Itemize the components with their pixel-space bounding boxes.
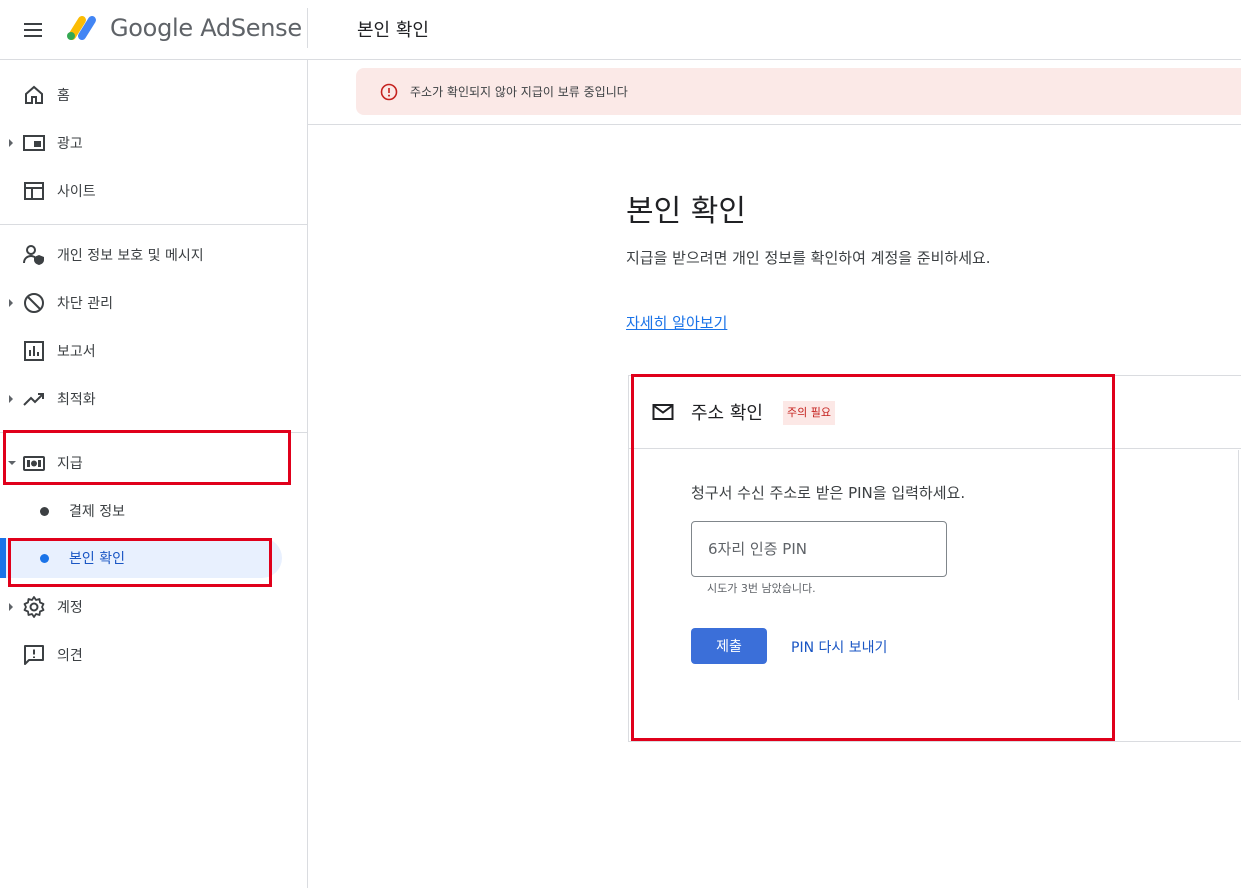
page-description: 지급을 받으려면 개인 정보를 확인하여 계정을 준비하세요. bbox=[626, 249, 991, 267]
content-divider bbox=[308, 124, 1241, 125]
sidebar: 홈 광고 사이트 개인 정보 보호 및 메시지 차단 관리 보고서 최적화 지급… bbox=[0, 60, 308, 888]
resend-pin-button[interactable]: PIN 다시 보내기 bbox=[791, 637, 887, 657]
gear-icon bbox=[23, 596, 45, 618]
header-divider bbox=[307, 8, 308, 48]
reports-icon bbox=[24, 341, 44, 361]
brand-product: AdSense bbox=[200, 14, 302, 42]
sidebar-item-identity-verification[interactable]: 본인 확인 bbox=[0, 538, 300, 578]
card-bottom-border bbox=[628, 741, 1241, 742]
block-icon bbox=[24, 293, 44, 313]
learn-more-link[interactable]: 자세히 알아보기 bbox=[626, 312, 727, 333]
sidebar-item-feedback[interactable]: 의견 bbox=[0, 635, 300, 675]
pin-input[interactable] bbox=[691, 521, 947, 577]
feedback-icon bbox=[24, 645, 44, 665]
sidebar-item-blocking[interactable]: 차단 관리 bbox=[0, 283, 300, 323]
attempts-helper-text: 시도가 3번 남았습니다. bbox=[707, 582, 816, 595]
sidebar-item-label: 최적화 bbox=[57, 392, 96, 408]
sidebar-item-account[interactable]: 계정 bbox=[0, 587, 300, 627]
home-icon bbox=[25, 85, 43, 104]
ads-icon bbox=[23, 135, 45, 151]
sidebar-item-label: 보고서 bbox=[57, 344, 96, 360]
adsense-logo-icon bbox=[67, 16, 96, 40]
caret-right-icon bbox=[9, 395, 13, 403]
caret-right-icon bbox=[9, 603, 13, 611]
bullet-dot bbox=[40, 554, 49, 563]
sidebar-item-label: 지급 bbox=[57, 456, 83, 472]
privacy-icon bbox=[23, 245, 44, 265]
sidebar-item-label: 홈 bbox=[57, 88, 70, 104]
optimization-icon bbox=[23, 393, 44, 406]
brand-name[interactable]: Google AdSense bbox=[110, 14, 302, 42]
card-title: 주소 확인 bbox=[691, 403, 763, 424]
card-right-border bbox=[1238, 450, 1239, 700]
alert-banner: 주소가 확인되지 않아 지급이 보류 중입니다 bbox=[356, 68, 1241, 115]
app-header: Google AdSense 본인 확인 bbox=[0, 0, 1241, 60]
sidebar-item-payment-info[interactable]: 결제 정보 bbox=[0, 491, 300, 531]
caret-down-icon bbox=[8, 461, 16, 465]
sidebar-item-home[interactable]: 홈 bbox=[0, 75, 300, 115]
card-left-border bbox=[628, 376, 629, 741]
status-badge: 주의 필요 bbox=[783, 401, 835, 425]
sidebar-item-payments[interactable]: 지급 bbox=[0, 443, 300, 483]
sidebar-item-label: 광고 bbox=[57, 136, 83, 152]
sidebar-item-reports[interactable]: 보고서 bbox=[0, 331, 300, 371]
error-icon bbox=[380, 83, 398, 101]
caret-right-icon bbox=[9, 299, 13, 307]
caret-right-icon bbox=[9, 139, 13, 147]
sidebar-divider bbox=[0, 432, 307, 433]
sidebar-item-label: 계정 bbox=[57, 600, 83, 616]
sidebar-item-optimization[interactable]: 최적화 bbox=[0, 379, 300, 419]
card-top-border bbox=[628, 375, 1241, 376]
sidebar-item-ads[interactable]: 광고 bbox=[0, 123, 300, 163]
page-title: 본인 확인 bbox=[626, 194, 746, 229]
sidebar-item-label: 본인 확인 bbox=[69, 551, 125, 567]
sidebar-item-label: 사이트 bbox=[57, 184, 96, 200]
menu-icon[interactable] bbox=[22, 18, 46, 42]
sidebar-divider bbox=[0, 224, 307, 225]
sidebar-item-label: 차단 관리 bbox=[57, 296, 113, 312]
bullet-dot bbox=[40, 507, 49, 516]
mail-icon bbox=[652, 404, 674, 420]
sites-icon bbox=[24, 182, 44, 200]
header-title: 본인 확인 bbox=[357, 20, 429, 41]
brand-google: Google bbox=[110, 14, 193, 42]
card-header-divider bbox=[628, 448, 1241, 449]
sidebar-item-label: 결제 정보 bbox=[69, 504, 125, 520]
payments-icon bbox=[23, 456, 45, 471]
pin-instruction: 청구서 수신 주소로 받은 PIN을 입력하세요. bbox=[691, 484, 966, 502]
sidebar-item-privacy[interactable]: 개인 정보 보호 및 메시지 bbox=[0, 235, 300, 275]
submit-button[interactable]: 제출 bbox=[691, 628, 767, 664]
sidebar-item-label: 개인 정보 보호 및 메시지 bbox=[57, 248, 204, 264]
sidebar-item-sites[interactable]: 사이트 bbox=[0, 171, 300, 211]
sidebar-item-label: 의견 bbox=[57, 648, 83, 664]
alert-text: 주소가 확인되지 않아 지급이 보류 중입니다 bbox=[410, 85, 628, 99]
